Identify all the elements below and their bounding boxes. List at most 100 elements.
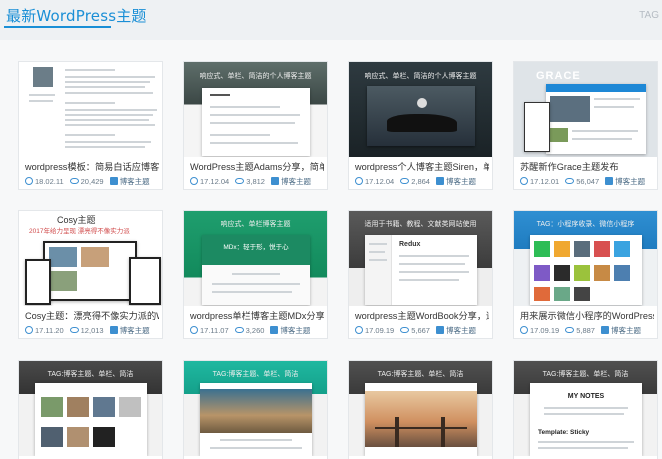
card-meta: 17.12.04 2,864 博客主题 [355,176,492,187]
thumb-overlay-text: 响应式、单栏博客主题 [220,221,291,228]
card-meta: 17.12.01 56,047 博客主题 [520,176,657,187]
thumb-overlay-text: 适用于书籍、教程、文献类网站使用 [364,221,477,228]
card-views: 3,260 [245,326,265,335]
card-title[interactable]: 苏醒新作Grace主题发布 [520,159,654,173]
card-meta: 17.09.19 5,887 博客主题 [520,325,657,336]
folder-icon [109,326,118,334]
card-category[interactable]: 博客主题 [611,326,641,335]
clock-icon [355,326,363,334]
card-meta: 17.11.07 3,260 博客主题 [190,325,327,336]
theme-card[interactable]: GRACE 苏醒新作Grace主题发布 17.12.01 56,047 博客主题 [513,61,658,190]
card-views: 2,864 [411,177,430,186]
card-views: 3,812 [246,177,265,186]
folder-icon [109,177,118,185]
card-category[interactable]: 博客主题 [281,177,311,186]
card-thumbnail[interactable]: TAG:博客主题、单栏、简洁 [349,361,492,456]
folder-icon [435,177,444,185]
theme-card[interactable]: 响应式、单栏、简洁的个人博客主题 wordpress个人博客主题Siren，单栏… [348,61,493,190]
card-meta: 17.09.19 5,667 博客主题 [355,325,492,336]
eye-icon [565,327,575,333]
card-thumbnail[interactable]: TAG:博客主题、单栏、简洁 [184,361,327,456]
thumb-overlay-text: GRACE [536,70,581,82]
card-category[interactable]: 博客主题 [446,326,476,335]
theme-card[interactable]: wordpress模板：简易白话应博客模板 18.02.11 20,429 博客主题 [18,61,163,190]
clock-icon [520,177,528,185]
section-header: 最新WordPress主题 TAG [0,0,662,40]
card-thumbnail[interactable]: 响应式、单栏、简洁的个人博客主题 [349,62,492,157]
theme-card[interactable]: 适用于书籍、教程、文献类网站使用 Redux wordpress主题WordBo… [348,210,493,339]
card-category[interactable]: 博客主题 [280,326,310,335]
theme-card[interactable]: TAG:博客主题、单栏、简洁 [183,360,328,459]
folder-icon [600,326,609,334]
thumb-notes-title: MY NOTES [567,393,605,400]
theme-card[interactable]: TAG：小程序收录、微信小程序 用来展示微信小程序的WordPress主题 17… [513,210,658,339]
thumb-overlay-text: TAG:博客主题、单栏、简洁 [212,371,299,378]
thumb-overlay-text: TAG:博客主题、单栏、简洁 [377,371,464,378]
theme-grid: wordpress模板：简易白话应博客模板 18.02.11 20,429 博客主题… [0,40,662,459]
card-category[interactable]: 博客主题 [120,177,150,186]
card-thumbnail[interactable]: 适用于书籍、教程、文献类网站使用 Redux [349,211,492,306]
clock-icon [520,326,528,334]
card-meta: 18.02.11 20,429 博客主题 [25,176,162,187]
clock-icon [355,177,363,185]
card-thumbnail[interactable]: Cosy主题 2017年给力呈现 漂亮得不像实力派 [19,211,162,306]
theme-card[interactable]: 响应式、单栏、简洁的个人博客主题 WordPress主题Adams分享，简单单 … [183,61,328,190]
card-thumbnail[interactable]: TAG:博客主题、单栏、简洁 MY NOTES Template: Sticky [514,361,657,456]
clock-icon [25,326,33,334]
section-title: 最新WordPress主题 [6,7,147,25]
thumb-redux-name: Redux [399,241,421,248]
card-thumbnail[interactable]: 响应式、单栏、简洁的个人博客主题 [184,62,327,157]
thumb-overlay-text: TAG：小程序收录、微信小程序 [536,221,635,228]
eye-icon [69,327,79,333]
thumb-overlay-text: 响应式、单栏、简洁的个人博客主题 [364,73,477,80]
thumb-overlay-text: 响应式、单栏、简洁的个人博客主题 [199,73,312,80]
folder-icon [270,326,279,334]
card-category[interactable]: 博客主题 [120,326,150,335]
card-category[interactable]: 博客主题 [615,177,645,186]
card-thumbnail[interactable]: TAG：小程序收录、微信小程序 [514,211,657,306]
card-title[interactable]: 用来展示微信小程序的WordPress主题 [520,308,654,322]
clock-icon [190,177,198,185]
eye-icon [400,178,410,184]
card-date: 17.11.20 [35,326,64,335]
card-title[interactable]: wordpress模板：简易白话应博客模板 [25,159,159,173]
theme-card[interactable]: Cosy主题 2017年给力呈现 漂亮得不像实力派 Cosy主题：漂亮得不像实力… [18,210,163,339]
thumb-slogan: 2017年给力呈现 漂亮得不像实力派 [29,228,130,235]
folder-icon [270,177,279,185]
card-category[interactable]: 博客主题 [446,177,476,186]
theme-card[interactable]: 响应式、单栏博客主题 MDx：轻于形，悦于心 wordpress单栏博客主题MD… [183,210,328,339]
avatar [33,67,53,87]
card-title[interactable]: Cosy主题：漂亮得不像实力派的Word [25,308,159,322]
card-title[interactable]: wordpress主题WordBook分享，适用 [355,308,489,322]
card-thumbnail[interactable]: GRACE [514,62,657,157]
card-thumbnail[interactable] [19,62,162,157]
thumb-notes-sticky: Template: Sticky [538,429,590,436]
card-date: 17.11.07 [200,326,229,335]
card-thumbnail[interactable]: TAG:博客主题、单栏、简洁 [19,361,162,456]
eye-icon [235,178,245,184]
card-date: 17.12.01 [530,177,560,186]
card-title[interactable]: wordpress个人博客主题Siren，单栏主 [355,159,489,173]
card-meta: 17.12.04 3,812 博客主题 [190,176,327,187]
folder-icon [435,326,444,334]
clock-icon [190,326,198,334]
thumb-overlay-text: TAG:博客主题、单栏、简洁 [47,371,134,378]
thumb-overlay-text: TAG:博客主题、单栏、简洁 [542,371,629,378]
theme-card[interactable]: TAG:博客主题、单栏、简洁 [18,360,163,459]
card-date: 17.12.04 [365,177,395,186]
title-underline [4,26,111,28]
eye-icon [565,178,575,184]
card-views: 5,887 [576,326,595,335]
card-title[interactable]: WordPress主题Adams分享，简单单 [190,159,324,173]
theme-card[interactable]: TAG:博客主题、单栏、简洁 [348,360,493,459]
tag-link[interactable]: TAG [639,10,659,21]
theme-card[interactable]: TAG:博客主题、单栏、简洁 MY NOTES Template: Sticky [513,360,658,459]
card-thumbnail[interactable]: 响应式、单栏博客主题 MDx：轻于形，悦于心 [184,211,327,306]
eye-icon [400,327,410,333]
card-meta: 17.11.20 12,013 博客主题 [25,325,162,336]
card-title[interactable]: wordpress单栏博客主题MDx分享 [190,308,324,322]
card-views: 5,667 [411,326,430,335]
thumb-tagline: MDx：轻于形，悦于心 [223,244,289,251]
clock-icon [25,177,33,185]
card-date: 17.09.19 [365,326,395,335]
